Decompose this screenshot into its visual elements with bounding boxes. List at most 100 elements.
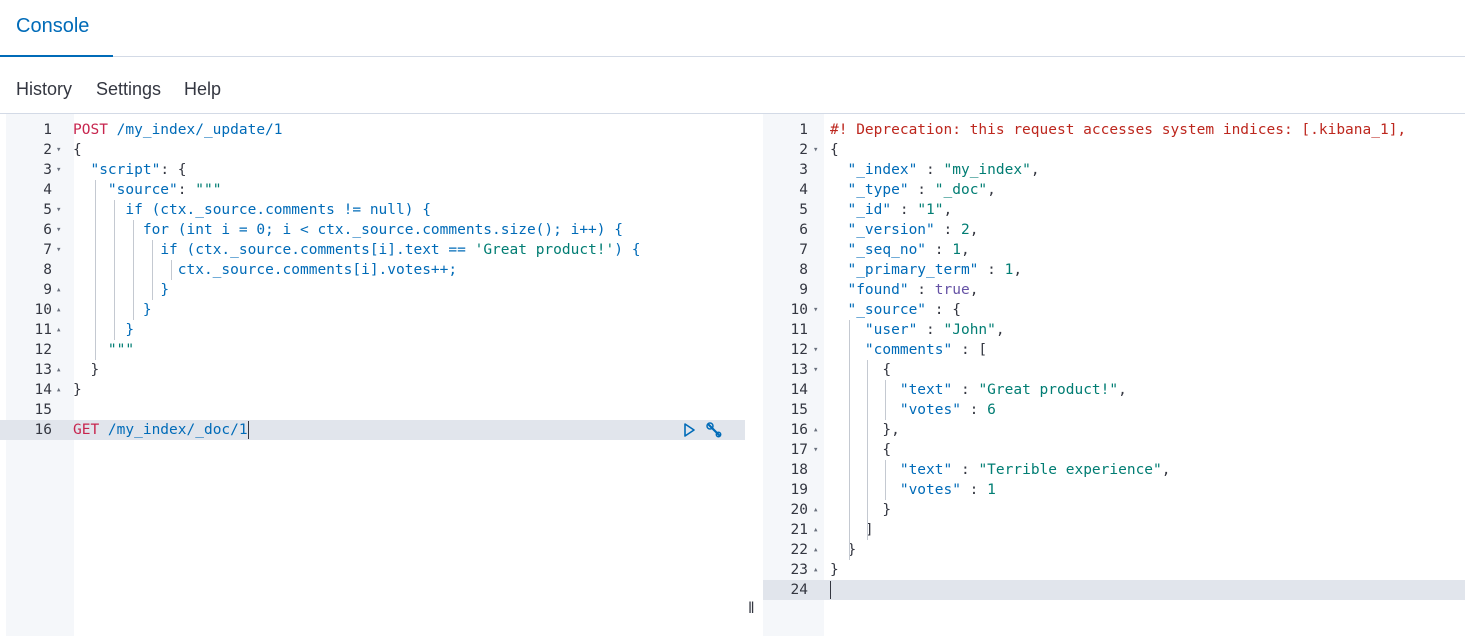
code-text: { xyxy=(830,142,839,158)
text-cursor xyxy=(830,581,831,599)
fold-open-icon[interactable]: ▾ xyxy=(56,220,61,240)
code-text: "_primary_term" : 1, xyxy=(847,262,1023,278)
line-number: 10 xyxy=(790,302,808,318)
code-text: "_source" : { xyxy=(847,302,961,318)
request-line: 16 GET /my_index/_doc/1 xyxy=(0,420,745,440)
menu-settings[interactable]: Settings xyxy=(96,79,161,100)
play-icon[interactable] xyxy=(681,422,697,438)
request-line: 9 ▴ } xyxy=(0,280,745,300)
fold-close-icon[interactable]: ▴ xyxy=(813,560,818,580)
fold-close-icon[interactable]: ▴ xyxy=(56,300,61,320)
response-line: 3 "_index" : "my_index", xyxy=(763,160,1465,180)
fold-open-icon[interactable]: ▾ xyxy=(56,160,61,180)
fold-open-icon[interactable]: ▾ xyxy=(813,340,818,360)
line-number: 24 xyxy=(790,582,808,598)
line-number: 20 xyxy=(790,502,808,518)
line-number: 3 xyxy=(43,162,52,178)
line-number: 18 xyxy=(790,462,808,478)
code-text: "_index" : "my_index", xyxy=(847,162,1040,178)
line-number: 14 xyxy=(34,382,52,398)
response-line: 14 "text" : "Great product!", xyxy=(763,380,1465,400)
code-text: ctx._source.comments[i].votes++; xyxy=(177,262,458,278)
code-text: } xyxy=(73,362,100,378)
line-number: 15 xyxy=(790,402,808,418)
fold-open-icon[interactable]: ▾ xyxy=(56,240,61,260)
response-line: 11 "user" : "John", xyxy=(763,320,1465,340)
request-line: 4 "source": """ xyxy=(0,180,745,200)
response-line: 24 xyxy=(763,580,1465,600)
indent-guide xyxy=(867,360,868,540)
fold-open-icon[interactable]: ▾ xyxy=(56,140,61,160)
fold-close-icon[interactable]: ▴ xyxy=(813,420,818,440)
fold-open-icon[interactable]: ▾ xyxy=(813,300,818,320)
tab-bar: Console xyxy=(0,0,1465,57)
code-text: } xyxy=(160,282,170,298)
code-text: { xyxy=(73,142,82,158)
response-line: 10 ▾ "_source" : { xyxy=(763,300,1465,320)
fold-close-icon[interactable]: ▴ xyxy=(56,280,61,300)
response-viewer[interactable]: 1 #! Deprecation: this request accesses s… xyxy=(763,114,1465,636)
fold-open-icon[interactable]: ▾ xyxy=(813,360,818,380)
indent-guide xyxy=(885,460,886,500)
code-text: "votes" : 1 xyxy=(899,482,996,498)
response-line: 6 "_version" : 2, xyxy=(763,220,1465,240)
line-number: 16 xyxy=(790,422,808,438)
line-number: 9 xyxy=(799,282,808,298)
response-line: 4 "_type" : "_doc", xyxy=(763,180,1465,200)
fold-close-icon[interactable]: ▴ xyxy=(813,500,818,520)
indent-guide xyxy=(114,200,115,340)
tab-console-label: Console xyxy=(16,15,90,37)
line-number: 15 xyxy=(34,402,52,418)
fold-close-icon[interactable]: ▴ xyxy=(56,380,61,400)
line-number: 7 xyxy=(43,242,52,258)
code-text: #! Deprecation: this request accesses sy… xyxy=(830,122,1407,138)
code-text: for (int i = 0; i < ctx._source.comments… xyxy=(142,222,623,238)
request-line: 1 POST /my_index/_update/1 xyxy=(0,120,745,140)
line-number: 2 xyxy=(799,142,808,158)
fold-open-icon[interactable]: ▾ xyxy=(813,440,818,460)
response-line: 8 "_primary_term" : 1, xyxy=(763,260,1465,280)
fold-close-icon[interactable]: ▴ xyxy=(56,320,61,340)
response-line: 2 ▾ { xyxy=(763,140,1465,160)
request-line: 14 ▴} xyxy=(0,380,745,400)
text-cursor xyxy=(247,421,249,439)
line-number: 9 xyxy=(43,282,52,298)
code-text: if (ctx._source.comments[i].text == 'Gre… xyxy=(160,242,641,258)
line-number: 17 xyxy=(790,442,808,458)
menu-history[interactable]: History xyxy=(16,79,72,100)
code-text: { xyxy=(830,362,892,378)
code-text: "user" : "John", xyxy=(864,322,1005,338)
menu-help[interactable]: Help xyxy=(184,79,221,100)
response-line: 15 "votes" : 6 xyxy=(763,400,1465,420)
indent-guide xyxy=(849,320,850,560)
request-editor[interactable]: 1 POST /my_index/_update/1 2 ▾{3 ▾ "script":… xyxy=(0,114,745,636)
line-number: 14 xyxy=(790,382,808,398)
code-text: } xyxy=(142,302,152,318)
code-text: "comments" : [ xyxy=(864,342,988,358)
tab-console[interactable]: Console xyxy=(0,0,113,57)
fold-close-icon[interactable]: ▴ xyxy=(56,360,61,380)
code-text: GET /my_index/_doc/1 xyxy=(73,421,249,439)
response-line: 20 ▴ } xyxy=(763,500,1465,520)
request-line: 7 ▾ if (ctx._source.comments[i].text == '… xyxy=(0,240,745,260)
code-text: "votes" : 6 xyxy=(899,402,996,418)
request-line: 6 ▾ for (int i = 0; i < ctx._source.comme… xyxy=(0,220,745,240)
fold-close-icon[interactable]: ▴ xyxy=(813,540,818,560)
wrench-icon[interactable] xyxy=(706,422,722,438)
response-line: 12 ▾ "comments" : [ xyxy=(763,340,1465,360)
fold-open-icon[interactable]: ▾ xyxy=(56,200,61,220)
pane-resizer-handle[interactable]: ‖ xyxy=(748,600,755,618)
code-text: } xyxy=(830,562,839,578)
line-number: 23 xyxy=(790,562,808,578)
fold-close-icon[interactable]: ▴ xyxy=(813,520,818,540)
line-number: 10 xyxy=(34,302,52,318)
line-number: 3 xyxy=(799,162,808,178)
line-number: 1 xyxy=(43,122,52,138)
line-number: 11 xyxy=(34,322,52,338)
request-line: 5 ▾ if (ctx._source.comments != null) { xyxy=(0,200,745,220)
line-number: 6 xyxy=(799,222,808,238)
response-line: 22 ▴ } xyxy=(763,540,1465,560)
response-line: 16 ▴ }, xyxy=(763,420,1465,440)
code-text: } xyxy=(830,542,857,558)
fold-open-icon[interactable]: ▾ xyxy=(813,140,818,160)
